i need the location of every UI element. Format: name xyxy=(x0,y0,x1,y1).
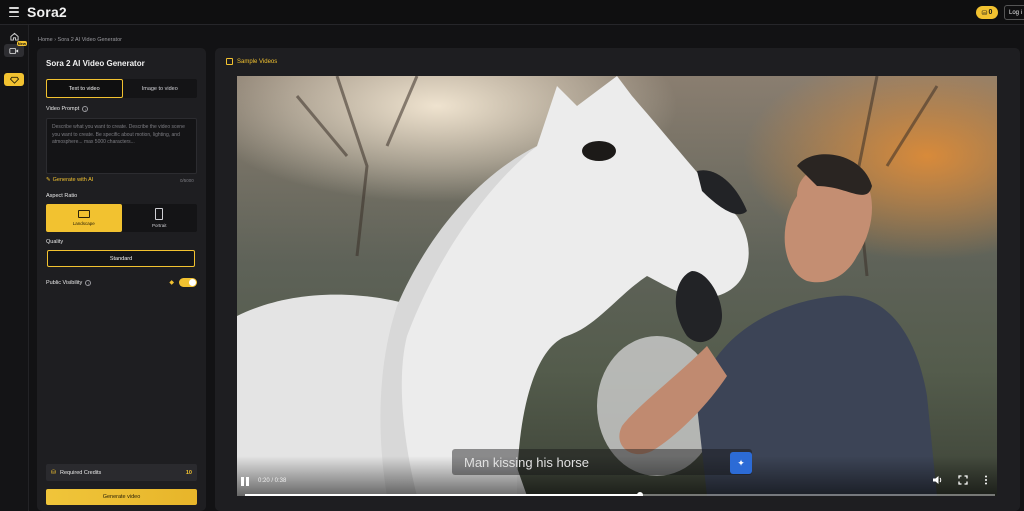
visibility-label-group: Public Visibility i xyxy=(46,280,92,286)
sparkle-icon[interactable]: ✦ xyxy=(730,452,752,474)
fullscreen-icon[interactable] xyxy=(958,475,970,487)
premium-diamond-icon: ◆ xyxy=(169,280,174,286)
film-icon xyxy=(226,58,233,65)
top-bar: Sora2 ⛁ 0 Log i xyxy=(0,0,1024,25)
magic-wand-icon: ✎ xyxy=(46,177,51,183)
new-tag: New xyxy=(16,41,27,46)
premium-diamond-icon[interactable] xyxy=(4,73,24,86)
visibility-toggle[interactable] xyxy=(179,278,197,287)
generator-panel: Sora 2 AI Video Generator Text to video … xyxy=(37,48,206,511)
video-generator-icon[interactable]: New xyxy=(4,41,27,57)
aspect-ratio-selector: Landscape Portrait xyxy=(46,204,197,232)
prompt-label-row: Video Prompt i xyxy=(46,106,89,112)
menu-icon[interactable] xyxy=(9,7,19,17)
info-icon[interactable]: i xyxy=(82,106,89,112)
tab-image-to-video[interactable]: Image to video xyxy=(123,79,198,98)
visibility-label: Public Visibility xyxy=(46,280,83,286)
credits-badge[interactable]: ⛁ 0 xyxy=(976,6,998,19)
volume-icon[interactable] xyxy=(932,475,944,487)
pause-icon[interactable] xyxy=(241,477,249,486)
tab-text-to-video[interactable]: Text to video xyxy=(46,79,123,98)
sample-videos-header: Sample Videos xyxy=(226,58,277,65)
video-scene-illustration xyxy=(237,76,939,496)
seek-progress xyxy=(245,494,640,496)
landscape-label: Landscape xyxy=(72,221,95,226)
seek-handle[interactable] xyxy=(636,492,643,496)
visibility-row: Public Visibility i ◆ xyxy=(46,278,197,288)
seek-bar[interactable] xyxy=(245,492,995,496)
logo[interactable]: Sora2 xyxy=(27,4,67,20)
generate-video-button[interactable]: Generate video xyxy=(46,489,197,505)
generate-with-ai-label: Generate with AI xyxy=(52,177,94,183)
coin-icon: ⛁ xyxy=(51,470,57,476)
quality-standard-button[interactable]: Standard xyxy=(47,250,195,267)
prompt-textarea[interactable]: Describe what you want to create. Descri… xyxy=(46,118,197,174)
side-rail: New xyxy=(0,25,29,511)
landscape-icon xyxy=(77,210,90,218)
credits-count: 0 xyxy=(988,9,993,16)
aspect-label: Aspect Ratio xyxy=(46,193,78,199)
panel-title: Sora 2 AI Video Generator xyxy=(46,59,145,68)
prompt-label: Video Prompt xyxy=(46,106,80,112)
video-player[interactable]: Man kissing his horse ✦ 0:20 / 0:38 xyxy=(237,76,997,496)
required-credits-label: Required Credits xyxy=(60,469,102,476)
sample-videos-title: Sample Videos xyxy=(237,58,278,65)
aspect-landscape-option[interactable]: Landscape xyxy=(46,204,122,232)
mode-tabs: Text to video Image to video xyxy=(46,79,197,98)
more-options-icon[interactable] xyxy=(984,475,996,487)
video-caption: Man kissing his horse xyxy=(452,449,752,475)
video-time: 0:20 / 0:38 xyxy=(258,478,287,484)
portrait-label: Portrait xyxy=(151,223,167,228)
coin-icon: ⛁ xyxy=(981,9,988,17)
char-count: 0/5000 xyxy=(180,178,194,183)
breadcrumb[interactable]: Home › Sora 2 AI Video Generator xyxy=(38,37,122,43)
aspect-portrait-option[interactable]: Portrait xyxy=(122,204,198,232)
quality-label: Quality xyxy=(46,239,64,245)
portrait-icon xyxy=(155,208,164,220)
login-button[interactable]: Log i xyxy=(1004,5,1024,20)
generate-with-ai-button[interactable]: ✎ Generate with AI xyxy=(46,177,93,183)
sample-videos-panel: Sample Videos Man kissing his horse ✦ 0:… xyxy=(215,48,1020,511)
required-credits-row: ⛁ Required Credits 10 xyxy=(46,464,197,481)
required-credits-value: 10 xyxy=(185,469,192,476)
info-icon[interactable]: i xyxy=(85,280,92,286)
